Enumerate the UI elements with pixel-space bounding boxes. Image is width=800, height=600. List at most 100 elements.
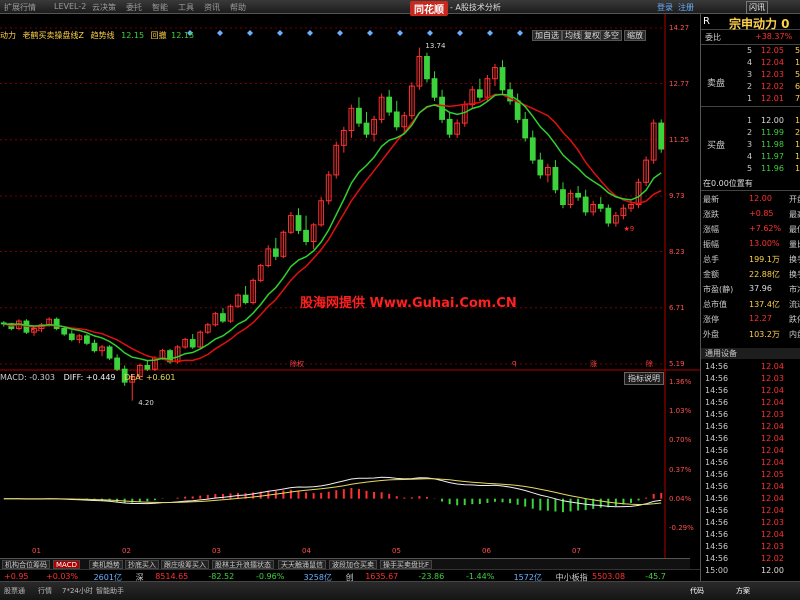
- sell-price: 12.03: [761, 70, 784, 79]
- buy-volume: 1: [795, 140, 800, 149]
- menu-item[interactable]: 工具: [178, 2, 194, 13]
- tick-price: 12.02: [761, 554, 784, 563]
- candle-body: [356, 107, 362, 124]
- menu-item[interactable]: LEVEL-2: [54, 2, 86, 11]
- trend-line: [3, 93, 662, 362]
- indicator-explain-button[interactable]: 指标说明: [624, 372, 664, 385]
- indicator-tab[interactable]: 天天触涌鼠信: [278, 560, 326, 569]
- menu-item[interactable]: 资讯: [204, 2, 220, 13]
- stat-extra-label: 量比: [789, 240, 800, 249]
- stat-extra-label: 市净: [789, 285, 800, 294]
- signal-diamond: [487, 30, 493, 36]
- ticker-item: -23.86: [418, 572, 445, 581]
- zoom-button[interactable]: 缩放: [624, 30, 646, 41]
- longshort-button[interactable]: 多空: [600, 30, 622, 41]
- ticker-item: 5503.08: [592, 572, 626, 581]
- chart-canvas[interactable]: [0, 14, 700, 558]
- macd-tick-label: 1.03%: [669, 407, 692, 416]
- candle-body: [582, 196, 589, 213]
- stat-value: 22.88亿: [749, 270, 780, 279]
- candle-body: [220, 313, 226, 322]
- weibi-label: 委比: [705, 33, 721, 42]
- status-item[interactable]: 股票通: [4, 586, 25, 596]
- menu-item[interactable]: 委托: [126, 2, 142, 13]
- menu-item[interactable]: 智能: [152, 2, 168, 13]
- add-watchlist-button[interactable]: 加自选: [532, 30, 562, 41]
- status-item[interactable]: 智能助手: [96, 586, 124, 596]
- divider: [701, 190, 800, 191]
- price-tick-label: 11.25: [669, 135, 690, 144]
- ticker-item: -0.96%: [256, 572, 285, 581]
- tick-price: 12.04: [761, 398, 784, 407]
- candle-body: [189, 339, 196, 348]
- login-link[interactable]: 登录: [657, 2, 673, 13]
- indicator-tab[interactable]: 机构合位筹码: [2, 560, 50, 569]
- stat-label: 市盈(静): [703, 285, 734, 294]
- tick-time: 14:56: [705, 374, 729, 383]
- indicator-tab[interactable]: 卖机趋势: [89, 560, 123, 569]
- watermark: 股海网提供 Www.Guhai.Com.CN: [300, 296, 517, 311]
- ticker-item: -82.52: [208, 572, 235, 581]
- candle-body: [560, 189, 566, 206]
- stat-extra-label: 流通: [789, 300, 800, 309]
- indicator-tab[interactable]: 抄底买入: [125, 560, 159, 569]
- tick-price: 12.04: [761, 446, 784, 455]
- sell-level: 2: [747, 82, 753, 91]
- tick-time: 14:56: [705, 434, 729, 443]
- flash-news-button[interactable]: 闪讯: [746, 1, 768, 14]
- x-tick-label: 04: [302, 547, 311, 555]
- price-tick-label: 14.27: [669, 24, 690, 32]
- sell-level: 5: [747, 46, 753, 55]
- buy-price: 12.00: [761, 116, 784, 125]
- indicator-tab[interactable]: 操手买卖盘比F: [380, 560, 433, 569]
- indicator-tab[interactable]: 跟庄吸筹买入: [161, 560, 209, 569]
- signal-diamond: [517, 30, 523, 36]
- candle-body: [114, 357, 121, 370]
- menu-item[interactable]: 扩展行情: [4, 2, 36, 13]
- stat-value: 12.27: [749, 314, 772, 323]
- candle-body: [295, 215, 302, 231]
- candle-body: [68, 333, 75, 341]
- signal-diamond: [337, 30, 343, 36]
- buy-price: 11.96: [761, 164, 784, 173]
- status-item[interactable]: 7*24小时: [62, 586, 93, 596]
- tick-price: 12.04: [761, 386, 784, 395]
- divider: [701, 44, 800, 45]
- candle-body: [537, 159, 544, 176]
- indicator-name[interactable]: 老鹤买卖操盘线Z: [23, 31, 84, 40]
- dea-value: DEA: +0.601: [124, 373, 176, 382]
- tick-time: 14:56: [705, 494, 729, 503]
- buy-volume: 2: [795, 128, 800, 137]
- ticker-item: 8514.65: [155, 572, 189, 581]
- stat-extra-label: 最低: [789, 225, 800, 234]
- stat-label: 总手: [703, 255, 719, 264]
- candle-body: [393, 111, 400, 128]
- plan-button[interactable]: 方案: [736, 586, 750, 596]
- x-tick-label: 06: [482, 547, 491, 555]
- sell-price: 12.01: [761, 94, 784, 103]
- macd-tick-label: 0.04%: [669, 494, 692, 503]
- signal-diamond: [307, 30, 313, 36]
- candle-body: [522, 118, 529, 139]
- menu-item[interactable]: 云决策: [92, 2, 116, 13]
- quote-header: R 宗申动力 0: [701, 14, 800, 31]
- code-button[interactable]: 代码: [690, 586, 704, 596]
- indicator-tab[interactable]: 波段加仓买卖: [329, 560, 377, 569]
- x-tick-label: 03: [212, 547, 221, 555]
- register-link[interactable]: 注册: [678, 2, 694, 13]
- indicator-tab[interactable]: 股林主升浪擂状态: [212, 560, 274, 569]
- stat-value: 137.4亿: [749, 300, 780, 309]
- stat-value: 37.96: [749, 284, 772, 293]
- event-label: 除: [646, 360, 653, 368]
- stock-label: 动力: [0, 31, 16, 40]
- indicator-tab[interactable]: MACD: [53, 560, 80, 569]
- sell-volume: 1: [795, 58, 800, 67]
- menu-item[interactable]: 帮助: [230, 2, 246, 13]
- stat-label: 最新: [703, 195, 719, 204]
- status-item[interactable]: 行情: [38, 586, 52, 596]
- trend-value: 12.15: [121, 31, 145, 40]
- tick-price: 12.04: [761, 434, 784, 443]
- ticker-item: -45.7: [645, 572, 666, 581]
- candle-body: [552, 167, 559, 191]
- macd-tick-label: -0.29%: [669, 523, 694, 532]
